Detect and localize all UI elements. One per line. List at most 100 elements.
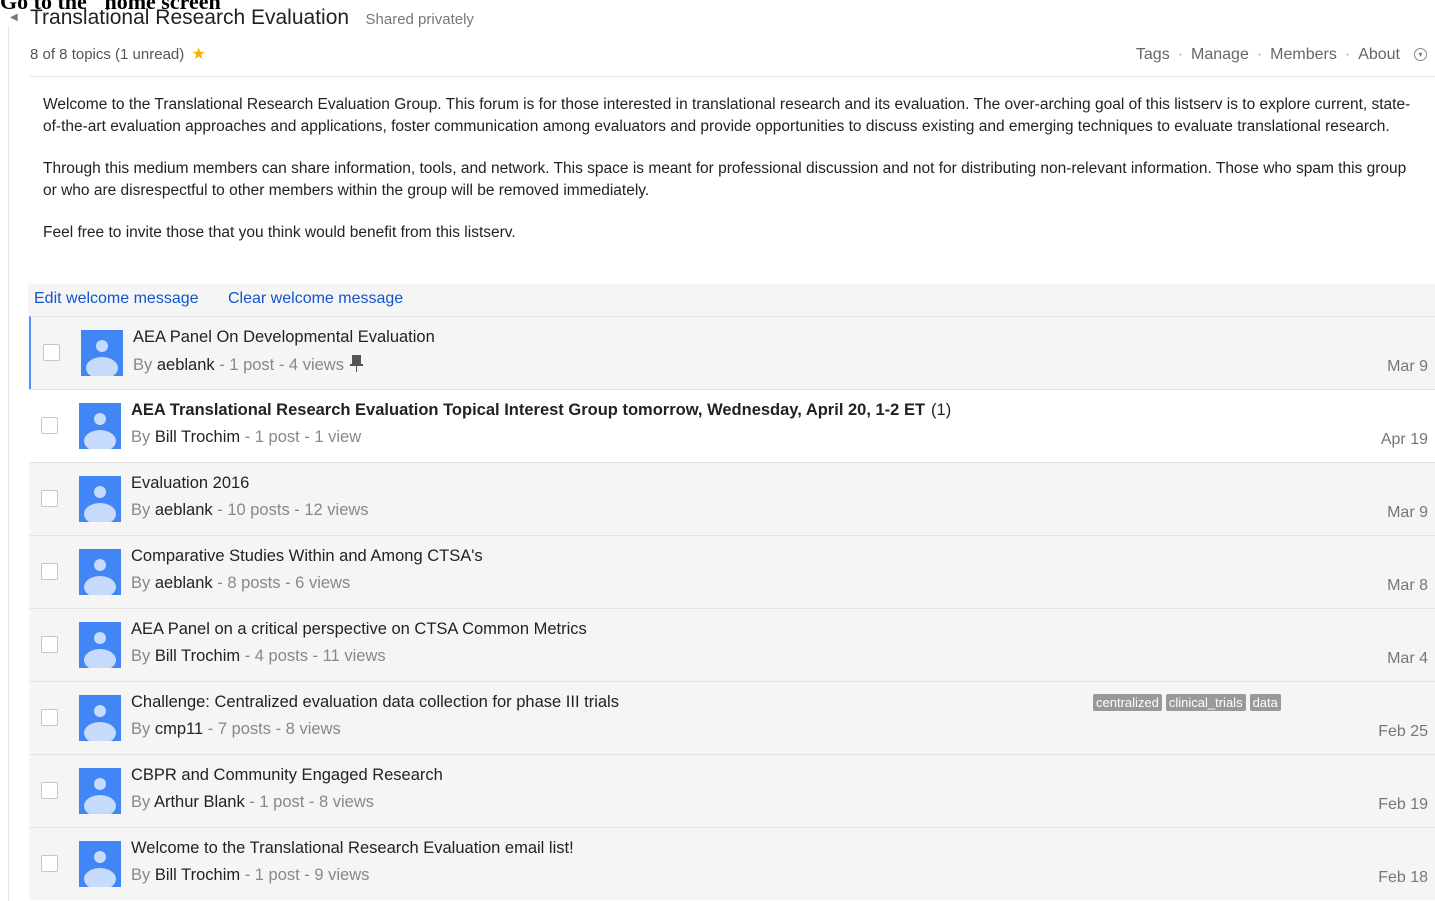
- default-avatar-icon: [79, 403, 121, 449]
- default-avatar-icon: [79, 476, 121, 522]
- topic-row[interactable]: AEA Translational Research Evaluation To…: [29, 389, 1435, 462]
- nav-tags[interactable]: Tags: [1136, 46, 1170, 63]
- topic-author[interactable]: Bill Trochim: [155, 866, 240, 884]
- topic-date: Mar 9: [1387, 504, 1428, 521]
- topic-meta: By Bill Trochim - 4 posts - 11 views: [131, 647, 386, 665]
- topic-row[interactable]: Comparative Studies Within and Among CTS…: [29, 535, 1435, 608]
- topic-stats: - 4 posts - 11 views: [240, 647, 386, 665]
- topic-checkbox[interactable]: [41, 563, 58, 580]
- topic-count: 8 of 8 topics (1 unread): [30, 46, 185, 63]
- header-divider: [30, 76, 1435, 77]
- pin-icon: [349, 355, 363, 372]
- tag-chip[interactable]: clinical_trials: [1165, 694, 1246, 711]
- topic-subject-text[interactable]: Challenge: Centralized evaluation data c…: [131, 693, 619, 711]
- topic-stats: - 1 post - 1 view: [240, 428, 362, 446]
- topic-subject-text[interactable]: AEA Translational Research Evaluation To…: [131, 401, 925, 419]
- default-avatar-icon: [79, 841, 121, 887]
- topic-row[interactable]: CBPR and Community Engaged Research By Ar…: [29, 754, 1435, 827]
- topic-subject-text[interactable]: AEA Panel on a critical perspective on C…: [131, 620, 587, 638]
- topic-date: Feb 18: [1378, 869, 1428, 886]
- topic-author[interactable]: aeblank: [157, 356, 215, 374]
- overlay-caption: Go to the "home screen": [0, 0, 233, 14]
- default-avatar-icon: [79, 768, 121, 814]
- topic-checkbox[interactable]: [41, 490, 58, 507]
- topic-meta: By Arthur Blank - 1 post - 8 views: [131, 793, 375, 811]
- topic-subject-text[interactable]: Welcome to the Translational Research Ev…: [131, 839, 574, 857]
- topic-subject[interactable]: Challenge: Centralized evaluation data c…: [131, 693, 619, 712]
- topic-meta: By aeblank - 1 post - 4 views: [133, 355, 363, 375]
- clear-welcome-link[interactable]: Clear welcome message: [228, 290, 403, 308]
- topic-stats: - 8 posts - 6 views: [212, 574, 351, 592]
- sharing-status: Shared privately: [365, 11, 474, 28]
- topic-meta: By cmp11 - 7 posts - 8 views: [131, 720, 341, 738]
- topic-tags: centralized clinical_trials data: [1093, 694, 1285, 712]
- welcome-message: Welcome to the Translational Research Ev…: [43, 94, 1423, 264]
- topic-subject[interactable]: Welcome to the Translational Research Ev…: [131, 839, 574, 858]
- nav-separator: ·: [1256, 46, 1263, 63]
- topic-checkbox[interactable]: [41, 709, 58, 726]
- topic-date: Feb 25: [1378, 723, 1428, 740]
- topic-author[interactable]: cmp11: [155, 720, 203, 738]
- topic-author[interactable]: aeblank: [155, 574, 213, 592]
- topic-stats: - 1 post - 9 views: [240, 866, 370, 884]
- welcome-actions-bar: Edit welcome message Clear welcome messa…: [28, 284, 1435, 316]
- unread-count: (1): [931, 401, 952, 419]
- welcome-paragraph: Welcome to the Translational Research Ev…: [43, 96, 1411, 135]
- topic-date: Mar 9: [1387, 358, 1428, 375]
- topic-subject[interactable]: CBPR and Community Engaged Research: [131, 766, 443, 785]
- topic-checkbox[interactable]: [41, 636, 58, 653]
- welcome-paragraph: Feel free to invite those that you think…: [43, 224, 516, 241]
- nav-separator: ·: [1177, 46, 1184, 63]
- topic-subject[interactable]: AEA Translational Research Evaluation To…: [131, 401, 951, 420]
- topic-meta: By Bill Trochim - 1 post - 9 views: [131, 866, 370, 884]
- topic-author[interactable]: Arthur Blank: [154, 793, 245, 811]
- topic-stats: - 1 post - 8 views: [244, 793, 375, 811]
- topic-subject-text[interactable]: AEA Panel On Developmental Evaluation: [133, 328, 435, 346]
- topic-stats: - 1 post - 4 views: [214, 356, 344, 374]
- topic-meta: By Bill Trochim - 1 post - 1 view: [131, 428, 362, 446]
- topic-subject-text[interactable]: CBPR and Community Engaged Research: [131, 766, 443, 784]
- tag-chip[interactable]: data: [1249, 694, 1281, 711]
- default-avatar-icon: [81, 330, 123, 376]
- topic-count-row: 8 of 8 topics (1 unread) ★: [30, 44, 206, 64]
- tag-chip[interactable]: centralized: [1093, 694, 1162, 711]
- topic-row[interactable]: AEA Panel On Developmental Evaluation By …: [29, 316, 1435, 389]
- topic-checkbox[interactable]: [43, 344, 60, 361]
- topic-date: Mar 8: [1387, 577, 1428, 594]
- edit-welcome-link[interactable]: Edit welcome message: [34, 290, 199, 308]
- topic-subject[interactable]: Comparative Studies Within and Among CTS…: [131, 547, 483, 566]
- topic-row[interactable]: Evaluation 2016 By aeblank - 10 posts - 1…: [29, 462, 1435, 535]
- topic-row[interactable]: AEA Panel on a critical perspective on C…: [29, 608, 1435, 681]
- welcome-paragraph: Through this medium members can share in…: [43, 160, 1407, 199]
- topic-checkbox[interactable]: [41, 855, 58, 872]
- topic-stats: - 10 posts - 12 views: [212, 501, 369, 519]
- topic-checkbox[interactable]: [41, 417, 58, 434]
- default-avatar-icon: [79, 622, 121, 668]
- nav-members[interactable]: Members: [1270, 46, 1337, 63]
- topic-author[interactable]: aeblank: [155, 501, 213, 519]
- topic-date: Mar 4: [1387, 650, 1428, 667]
- topic-list: AEA Panel On Developmental Evaluation By …: [29, 316, 1435, 900]
- topic-meta: By aeblank - 10 posts - 12 views: [131, 501, 369, 519]
- topic-author[interactable]: Bill Trochim: [155, 647, 240, 665]
- topic-subject-text[interactable]: Comparative Studies Within and Among CTS…: [131, 547, 483, 565]
- topic-checkbox[interactable]: [41, 782, 58, 799]
- group-nav: Tags · Manage · Members · About ▾: [1136, 46, 1427, 64]
- topic-meta: By aeblank - 8 posts - 6 views: [131, 574, 351, 592]
- default-avatar-icon: [79, 695, 121, 741]
- topic-date: Apr 19: [1380, 431, 1428, 448]
- nav-manage[interactable]: Manage: [1191, 46, 1249, 63]
- topic-row[interactable]: Challenge: Centralized evaluation data c…: [29, 681, 1435, 754]
- default-avatar-icon: [79, 549, 121, 595]
- topic-subject[interactable]: AEA Panel on a critical perspective on C…: [131, 620, 587, 639]
- topic-subject[interactable]: AEA Panel On Developmental Evaluation: [133, 328, 435, 347]
- nav-about[interactable]: About: [1358, 46, 1400, 63]
- topic-row[interactable]: Welcome to the Translational Research Ev…: [29, 827, 1435, 900]
- star-icon[interactable]: ★: [191, 46, 205, 63]
- nav-separator: ·: [1344, 46, 1351, 63]
- topic-subject[interactable]: Evaluation 2016: [131, 474, 249, 493]
- left-divider: [8, 26, 9, 901]
- topic-author[interactable]: Bill Trochim: [155, 428, 240, 446]
- topic-subject-text[interactable]: Evaluation 2016: [131, 474, 249, 492]
- circle-chevron-down-icon[interactable]: ▾: [1414, 48, 1427, 61]
